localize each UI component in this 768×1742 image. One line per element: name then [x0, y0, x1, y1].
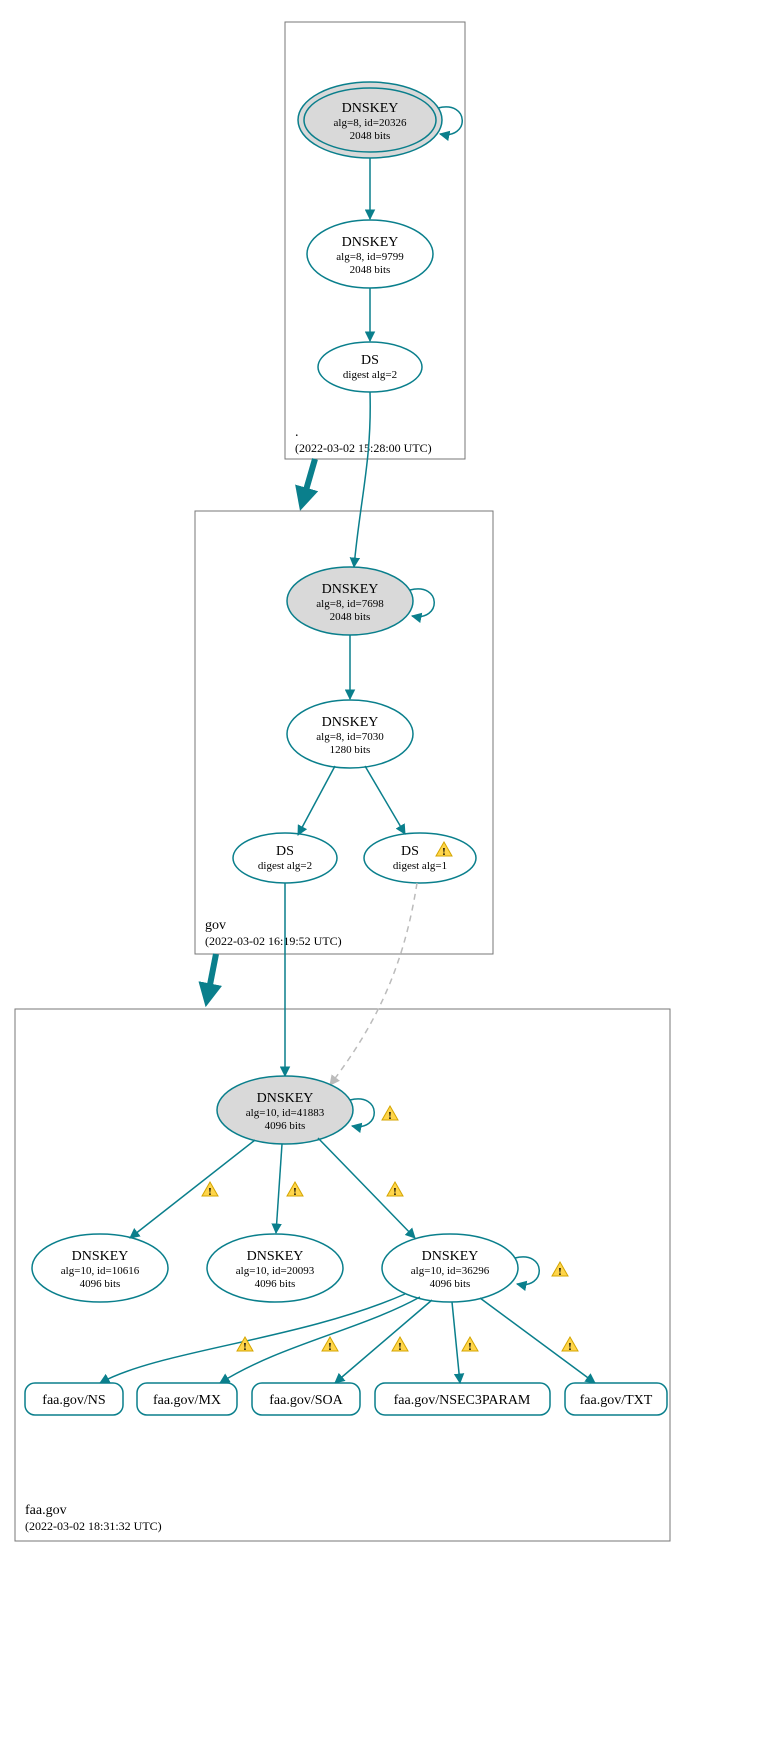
svg-text:alg=8, id=7698: alg=8, id=7698: [316, 598, 384, 610]
node-root-ds[interactable]: DS digest alg=2: [318, 342, 422, 392]
warning-icon: [382, 1106, 398, 1122]
edge-k3-ns: [100, 1294, 405, 1383]
edge-faa-k3-self: [515, 1257, 539, 1285]
svg-text:2048 bits: 2048 bits: [330, 611, 371, 623]
svg-text:DS: DS: [276, 844, 294, 859]
zone-faa-time: (2022-03-02 18:31:32 UTC): [25, 1519, 162, 1533]
rrset-soa[interactable]: faa.gov/SOA: [252, 1383, 360, 1415]
edge-k3-txt: [480, 1298, 595, 1383]
rrset-ns[interactable]: faa.gov/NS: [25, 1383, 123, 1415]
node-faa-ksk[interactable]: DNSKEY alg=10, id=41883 4096 bits: [217, 1076, 353, 1144]
warning-icon: [552, 1262, 568, 1278]
svg-text:digest alg=1: digest alg=1: [393, 860, 447, 872]
svg-text:alg=8, id=9799: alg=8, id=9799: [336, 251, 404, 263]
rrset-mx[interactable]: faa.gov/MX: [137, 1383, 237, 1415]
svg-text:DNSKEY: DNSKEY: [257, 1091, 314, 1106]
edge-gov-zsk-ds2: [298, 766, 335, 835]
warning-icon: [462, 1337, 478, 1353]
svg-text:alg=8, id=20326: alg=8, id=20326: [334, 117, 407, 129]
svg-text:faa.gov/NS: faa.gov/NS: [42, 1393, 105, 1408]
warning-icon: [287, 1182, 303, 1198]
svg-text:DS: DS: [361, 353, 379, 368]
edge-k3-soa: [335, 1300, 432, 1383]
svg-text:faa.gov/MX: faa.gov/MX: [153, 1393, 221, 1408]
svg-text:alg=10, id=41883: alg=10, id=41883: [246, 1107, 325, 1119]
svg-text:4096 bits: 4096 bits: [430, 1278, 471, 1290]
svg-text:digest alg=2: digest alg=2: [258, 860, 312, 872]
svg-text:DNSKEY: DNSKEY: [342, 101, 399, 116]
svg-text:DS: DS: [401, 844, 419, 859]
edge-gov-zsk-ds1: [365, 766, 405, 834]
svg-text:4096 bits: 4096 bits: [255, 1278, 296, 1290]
svg-text:1280 bits: 1280 bits: [330, 744, 371, 756]
svg-text:DNSKEY: DNSKEY: [72, 1249, 129, 1264]
node-root-zsk[interactable]: DNSKEY alg=8, id=9799 2048 bits: [307, 220, 433, 288]
svg-text:2048 bits: 2048 bits: [350, 264, 391, 276]
svg-text:DNSKEY: DNSKEY: [342, 235, 399, 250]
svg-text:alg=10, id=10616: alg=10, id=10616: [61, 1265, 140, 1277]
svg-text:DNSKEY: DNSKEY: [422, 1249, 479, 1264]
rrset-txt[interactable]: faa.gov/TXT: [565, 1383, 667, 1415]
svg-text:alg=8, id=7030: alg=8, id=7030: [316, 731, 384, 743]
zone-gov-label: gov: [205, 918, 226, 933]
warning-icon: [202, 1182, 218, 1198]
node-gov-ds2[interactable]: DS digest alg=2: [233, 833, 337, 883]
node-faa-k1[interactable]: DNSKEY alg=10, id=10616 4096 bits: [32, 1234, 168, 1302]
zone-gov-time: (2022-03-02 16:19:52 UTC): [205, 934, 342, 948]
svg-text:faa.gov/TXT: faa.gov/TXT: [580, 1393, 653, 1408]
warning-icon: [322, 1337, 338, 1353]
edge-faa-ksk-k3: [318, 1138, 415, 1238]
rrset-nsec3param[interactable]: faa.gov/NSEC3PARAM: [375, 1383, 550, 1415]
svg-text:2048 bits: 2048 bits: [350, 130, 391, 142]
svg-text:digest alg=2: digest alg=2: [343, 369, 397, 381]
edge-gov-ds1-faa-ksk: [330, 883, 417, 1085]
svg-text:4096 bits: 4096 bits: [80, 1278, 121, 1290]
warning-icon: [562, 1337, 578, 1353]
svg-text:DNSKEY: DNSKEY: [247, 1249, 304, 1264]
delegation-gov-faa: [207, 954, 216, 1000]
warning-icon: [387, 1182, 403, 1198]
node-gov-zsk[interactable]: DNSKEY alg=8, id=7030 1280 bits: [287, 700, 413, 768]
svg-text:faa.gov/SOA: faa.gov/SOA: [269, 1393, 343, 1408]
svg-text:alg=10, id=36296: alg=10, id=36296: [411, 1265, 490, 1277]
svg-text:DNSKEY: DNSKEY: [322, 715, 379, 730]
svg-text:faa.gov/NSEC3PARAM: faa.gov/NSEC3PARAM: [394, 1393, 531, 1408]
zone-root-time: (2022-03-02 15:28:00 UTC): [295, 441, 432, 455]
node-gov-ksk[interactable]: DNSKEY alg=8, id=7698 2048 bits: [287, 567, 413, 635]
zone-root-label: .: [295, 425, 299, 440]
svg-text:DNSKEY: DNSKEY: [322, 582, 379, 597]
delegation-root-gov: [302, 459, 315, 504]
zone-faa-label: faa.gov: [25, 1503, 67, 1518]
edge-root-ds-gov-ksk: [354, 392, 370, 567]
edge-faa-ksk-k1: [130, 1140, 255, 1238]
edge-faa-ksk-k2: [276, 1144, 282, 1233]
node-gov-ds1[interactable]: DS digest alg=1: [364, 833, 476, 883]
svg-text:4096 bits: 4096 bits: [265, 1120, 306, 1132]
node-root-ksk[interactable]: DNSKEY alg=8, id=20326 2048 bits: [298, 82, 442, 158]
edge-faa-ksk-self: [350, 1099, 374, 1127]
node-faa-k2[interactable]: DNSKEY alg=10, id=20093 4096 bits: [207, 1234, 343, 1302]
svg-text:alg=10, id=20093: alg=10, id=20093: [236, 1265, 315, 1277]
node-faa-k3[interactable]: DNSKEY alg=10, id=36296 4096 bits: [382, 1234, 518, 1302]
edge-k3-n3p: [452, 1302, 460, 1383]
warning-icon: [392, 1337, 408, 1353]
